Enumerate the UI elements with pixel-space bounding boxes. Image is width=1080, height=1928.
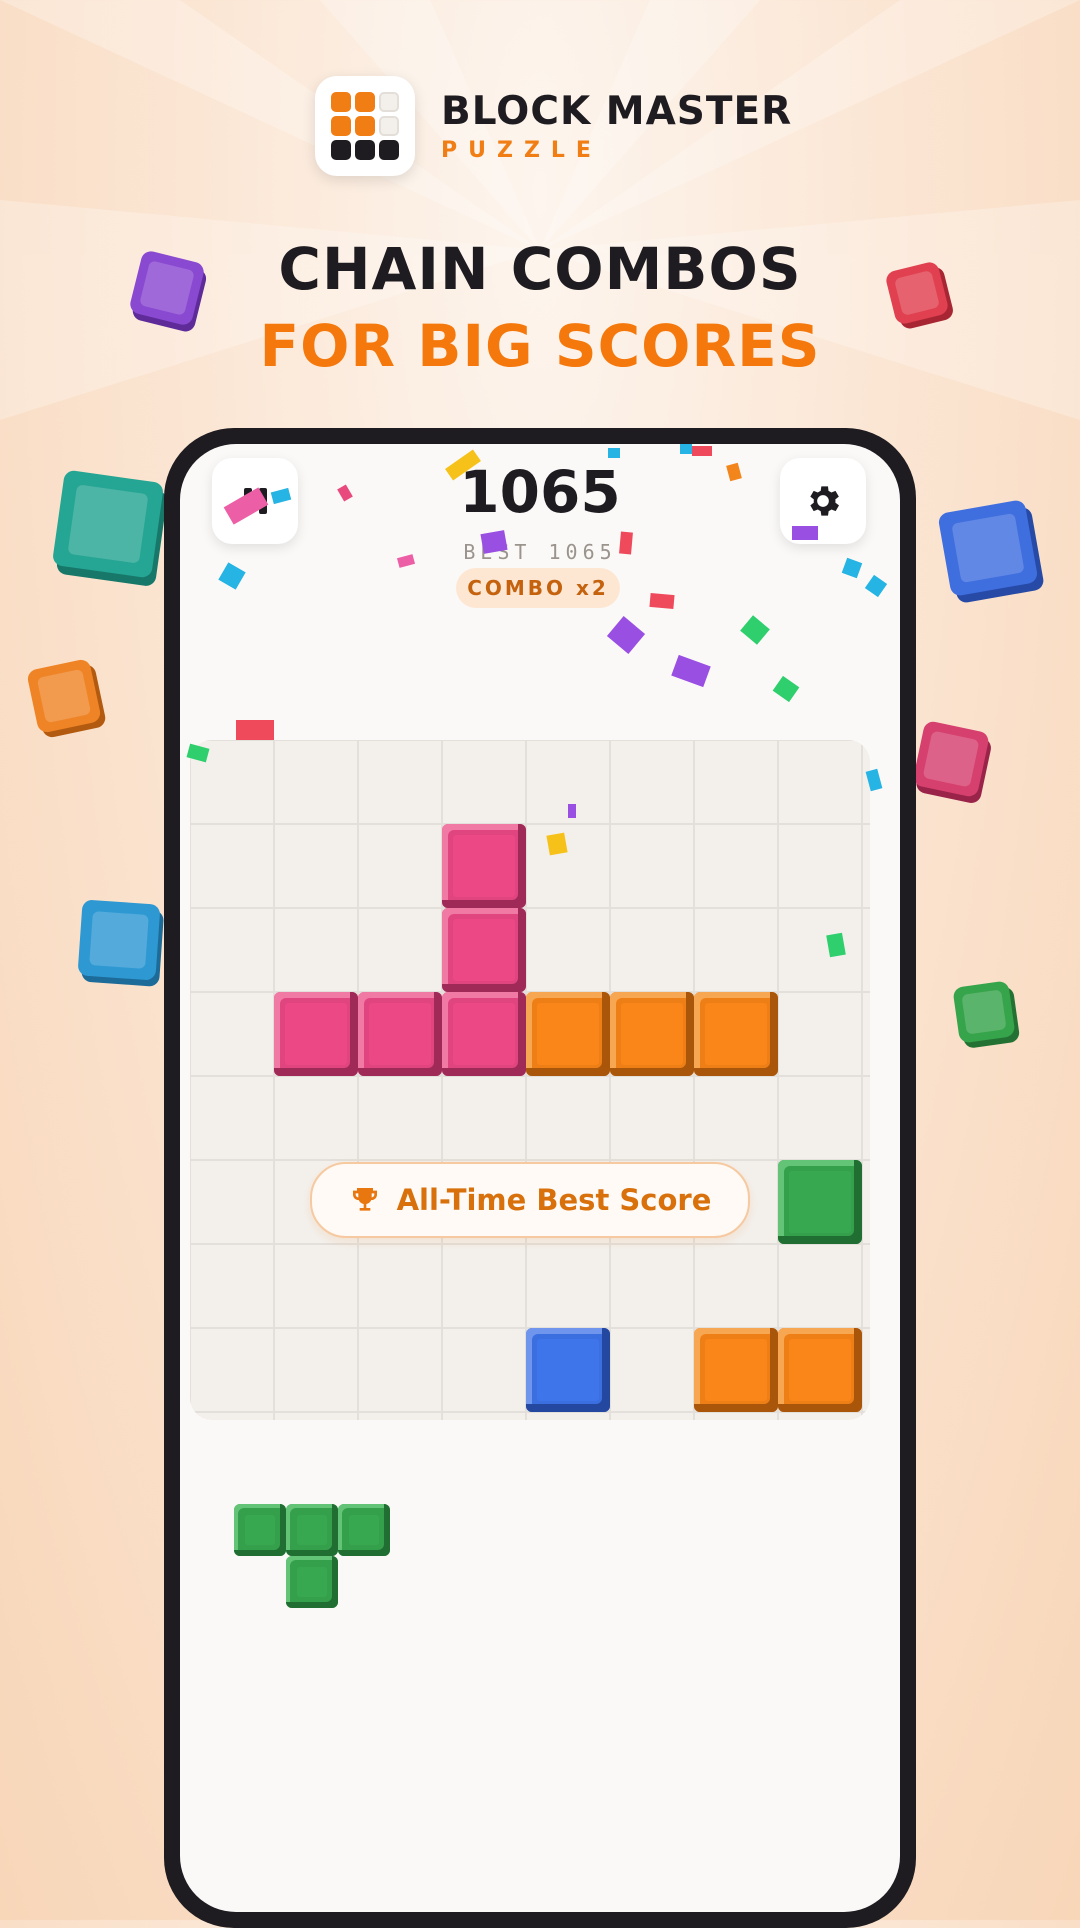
floating-cube-orange xyxy=(26,658,102,734)
piece-tray-slot-1[interactable] xyxy=(234,1504,394,1614)
best-score: BEST 1065 xyxy=(463,540,617,564)
board-block-green xyxy=(778,1160,862,1244)
board-block-pink xyxy=(442,824,526,908)
phone-frame: 1065 BEST 1065 COMBO x2 All-Time Best Sc… xyxy=(164,428,916,1928)
board-block-pink xyxy=(358,992,442,1076)
logo-title: BLOCK MASTER xyxy=(441,88,793,134)
floating-cube-magenta xyxy=(911,719,991,799)
floating-cube-skyblue xyxy=(77,899,161,981)
board-block-pink xyxy=(442,992,526,1076)
game-screen: 1065 BEST 1065 COMBO x2 All-Time Best Sc… xyxy=(180,444,900,1912)
board-block-orange xyxy=(694,992,778,1076)
board-block-blue xyxy=(526,1328,610,1412)
confetti-piece xyxy=(671,654,711,688)
trophy-icon xyxy=(352,1188,377,1211)
tray-block-green xyxy=(286,1556,338,1608)
floating-cube-green xyxy=(952,980,1016,1044)
confetti-piece xyxy=(218,562,246,590)
board-block-orange xyxy=(526,992,610,1076)
confetti-piece xyxy=(792,526,818,540)
tray-block-green xyxy=(234,1504,286,1556)
confetti-piece xyxy=(546,832,568,856)
game-board[interactable]: All-Time Best Score xyxy=(190,740,870,1420)
logo-icon xyxy=(315,76,415,176)
confetti-piece xyxy=(864,574,888,598)
all-time-best-text: All-Time Best Score xyxy=(396,1183,712,1217)
confetti-piece xyxy=(608,448,620,458)
confetti-piece xyxy=(480,530,508,554)
combo-badge: COMBO x2 xyxy=(456,568,620,608)
floating-cube-teal xyxy=(51,469,165,579)
all-time-best-banner: All-Time Best Score xyxy=(310,1162,750,1238)
confetti-piece xyxy=(740,615,770,645)
tray-block-green xyxy=(286,1504,338,1556)
confetti-piece xyxy=(680,444,692,454)
board-block-orange xyxy=(694,1328,778,1412)
confetti-piece xyxy=(649,592,675,610)
board-block-pink xyxy=(442,908,526,992)
floating-cube-blue xyxy=(937,498,1039,598)
tray-block-green xyxy=(338,1504,390,1556)
board-block-orange xyxy=(778,1328,862,1412)
board-block-orange xyxy=(610,992,694,1076)
confetti-piece xyxy=(568,804,576,818)
board-block-pink xyxy=(274,992,358,1076)
confetti-piece xyxy=(692,446,712,456)
logo-subtitle: PUZZLE xyxy=(441,137,602,163)
confetti-piece xyxy=(236,720,274,740)
confetti-piece xyxy=(606,616,646,654)
app-logo: BLOCK MASTER PUZZLE xyxy=(315,76,792,176)
confetti-piece xyxy=(772,675,800,703)
confetti-piece xyxy=(619,531,633,555)
